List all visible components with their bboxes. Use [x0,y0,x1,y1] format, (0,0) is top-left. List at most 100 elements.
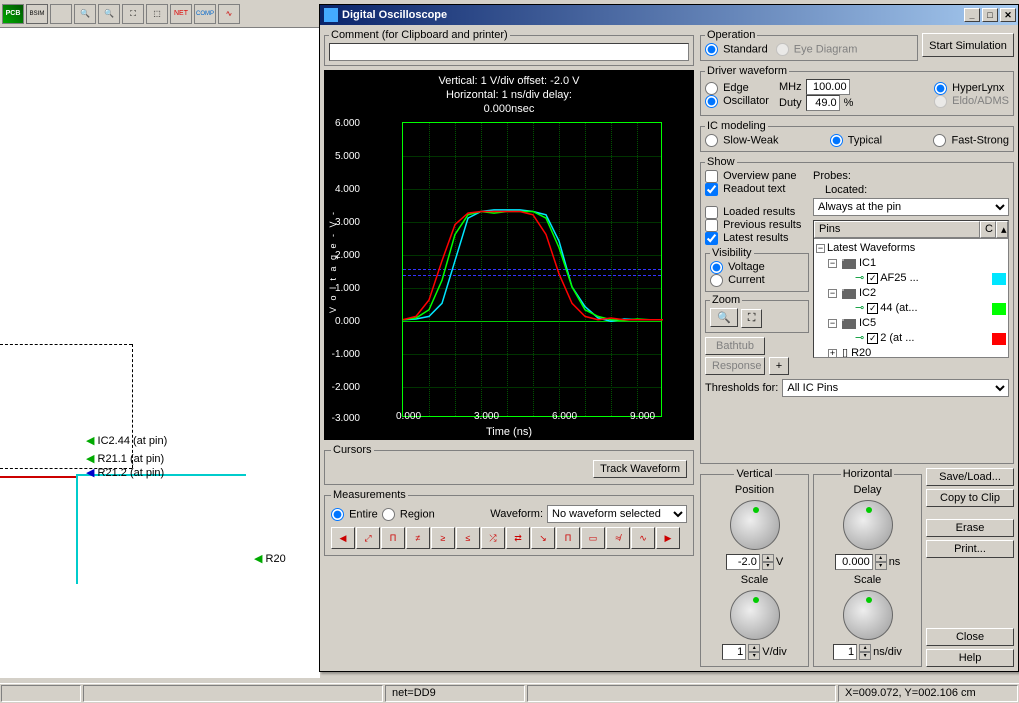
color-header[interactable]: C [980,221,996,238]
xtick: 0.000 [396,411,421,422]
thresholds-select[interactable]: All IC Pins [782,379,1009,397]
comment-input[interactable] [329,43,689,61]
plus-button[interactable]: + [769,357,789,375]
vpos-input[interactable] [726,554,760,570]
hdelay-spinner[interactable]: ▴▾ [875,554,887,570]
vscale-input[interactable] [722,644,746,660]
response-button: Response [705,357,765,375]
close-button[interactable]: Close [926,628,1014,646]
latest-check[interactable]: Latest results [705,232,788,244]
tree-r20[interactable]: R20 [851,346,871,358]
meas-low-icon[interactable]: ≥ [431,527,455,549]
waveform-icon[interactable]: ∿ [218,4,240,24]
meas-delta-icon[interactable]: ≉ [606,527,630,549]
vpos-spinner[interactable]: ▴▾ [762,554,774,570]
pins-scroll-up[interactable]: ▴ [996,221,1008,238]
horizontal-scale-knob[interactable] [843,590,893,640]
help-button[interactable]: Help [926,649,1014,667]
tree-ic2[interactable]: IC2 [859,286,876,301]
pcb-button[interactable]: PCB [2,4,24,24]
save-load-button[interactable]: Save/Load... [926,468,1014,486]
hdelay-input[interactable] [835,554,873,570]
zoom-area-icon[interactable]: ⬚ [146,4,168,24]
fast-strong-radio[interactable]: Fast-Strong [933,134,1009,147]
hyperlynx-radio[interactable]: HyperLynx [934,82,1004,94]
located-select[interactable]: Always at the pin [813,198,1009,216]
current-radio[interactable]: Current [710,274,765,286]
meas-go-right-icon[interactable]: ▶ [656,527,680,549]
comp-button[interactable]: COMP [194,4,216,24]
meas-overshoot-icon[interactable]: Π [381,527,405,549]
pin-check[interactable]: ✓ [867,273,878,284]
toolbar-btn-3[interactable] [50,4,72,24]
meas-rise-icon[interactable]: ⤢ [356,527,380,549]
meas-slope-icon[interactable]: ↘ [531,527,555,549]
meas-fall-icon[interactable]: ≠ [406,527,430,549]
tree-root[interactable]: Latest Waveforms [827,241,915,256]
standard-radio[interactable]: Standard [705,43,768,56]
tree-ic5-pin[interactable]: 2 (at ... [880,331,914,346]
region-radio[interactable]: Region [382,508,435,521]
tree-ic1-pin[interactable]: AF25 ... [880,271,919,286]
typical-radio[interactable]: Typical [830,134,882,147]
close-window-button[interactable]: ✕ [1000,8,1016,22]
previous-check[interactable]: Previous results [705,219,801,231]
tree-ic1[interactable]: IC1 [859,256,876,271]
horizontal-group: Horizontal Delay ▴▾ ns Scale ▴▾ ns/div [813,468,922,667]
pins-header[interactable]: Pins [814,221,980,238]
zoom-out-icon[interactable]: 🔍 [98,4,120,24]
minimize-button[interactable]: _ [964,8,980,22]
bsim-button[interactable]: BSIM [26,4,48,24]
net-button[interactable]: NET [170,4,192,24]
duty-input[interactable] [806,95,840,111]
dialog-titlebar[interactable]: Digital Oscilloscope _ □ ✕ [320,5,1018,25]
waveform-select[interactable]: No waveform selected [547,505,687,523]
meas-go-left-icon[interactable]: ◀ [331,527,355,549]
hscale-spinner[interactable]: ▴▾ [859,644,871,660]
maximize-button[interactable]: □ [982,8,998,22]
erase-button[interactable]: Erase [926,519,1014,537]
zoom-in-button[interactable]: 🔍 [710,308,738,327]
meas-area-icon[interactable]: ▭ [581,527,605,549]
copy-clip-button[interactable]: Copy to Clip [926,489,1014,507]
edge-radio[interactable]: Edge [705,82,749,94]
color-swatch-red[interactable] [992,333,1006,345]
zoom-in-icon[interactable]: 🔍 [74,4,96,24]
meas-pulse-icon[interactable]: Π [556,527,580,549]
track-waveform-button[interactable]: Track Waveform [593,460,687,478]
meas-period-icon[interactable]: ⇄ [506,527,530,549]
meas-freq-icon[interactable]: ∿ [631,527,655,549]
zoom-fit-icon[interactable]: ⛶ [122,4,144,24]
slow-weak-radio[interactable]: Slow-Weak [705,134,779,147]
horizontal-delay-knob[interactable] [843,500,893,550]
color-swatch-green[interactable] [992,303,1006,315]
pin-check[interactable]: ✓ [867,303,878,314]
oscillator-radio[interactable]: Oscillator [705,95,769,107]
meas-high-icon[interactable]: ≤ [456,527,480,549]
meas-cross-icon[interactable]: ⤮ [481,527,505,549]
tree-ic5[interactable]: IC5 [859,316,876,331]
dialog-title: Digital Oscilloscope [342,9,447,21]
vertical-scale-knob[interactable] [730,590,780,640]
pin-check[interactable]: ✓ [867,333,878,344]
start-simulation-button[interactable]: Start Simulation [922,33,1014,57]
loaded-check[interactable]: Loaded results [705,206,795,218]
readout-check[interactable]: Readout text [705,183,785,195]
voltage-radio[interactable]: Voltage [710,261,765,273]
vscale-spinner[interactable]: ▴▾ [748,644,760,660]
pins-tree[interactable]: Pins C ▴ −Latest Waveforms −IC1 ⊸✓AF25 .… [813,220,1009,358]
tree-ic2-pin[interactable]: 44 (at... [880,301,917,316]
comment-group: Comment (for Clipboard and printer) [324,29,694,66]
mhz-input[interactable] [806,79,850,95]
color-swatch-cyan[interactable] [992,273,1006,285]
scope-plot-area[interactable] [402,122,662,417]
scope-delay-readout: 0.000nsec [324,102,694,116]
overview-check[interactable]: Overview pane [705,170,796,182]
hscale-input[interactable] [833,644,857,660]
print-button[interactable]: Print... [926,540,1014,558]
vertical-position-knob[interactable] [730,500,780,550]
zoom-fit-button[interactable]: ⛶ [741,309,763,328]
eldo-radio: Eldo/ADMS [934,95,1009,107]
schematic-canvas[interactable]: ◀ IC2.44 (at pin) ◀ R21.1 (at pin) ◀ R21… [0,28,320,678]
entire-radio[interactable]: Entire [331,508,378,521]
